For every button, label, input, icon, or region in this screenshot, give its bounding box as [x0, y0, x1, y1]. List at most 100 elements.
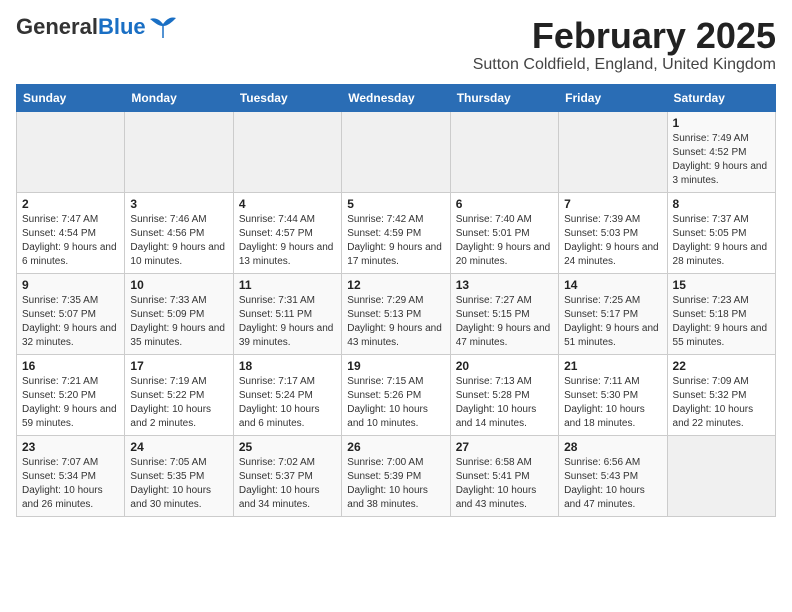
day-info: Sunrise: 7:02 AM Sunset: 5:37 PM Dayligh… — [239, 456, 336, 512]
calendar-day-cell: 10 Sunrise: 7:33 AM Sunset: 5:09 PM Dayli… — [125, 273, 233, 354]
calendar-day-cell: 24 Sunrise: 7:05 AM Sunset: 5:35 PM Dayli… — [125, 435, 233, 516]
calendar-day-cell: 5 Sunrise: 7:42 AM Sunset: 4:59 PM Daylig… — [342, 192, 450, 273]
day-info: Sunrise: 7:09 AM Sunset: 5:32 PM Dayligh… — [673, 375, 770, 431]
calendar-day-cell: 2 Sunrise: 7:47 AM Sunset: 4:54 PM Daylig… — [17, 192, 125, 273]
calendar-day-cell: 19 Sunrise: 7:15 AM Sunset: 5:26 PM Dayli… — [342, 354, 450, 435]
day-number: 27 — [456, 440, 553, 454]
day-number: 14 — [564, 278, 661, 292]
day-number: 5 — [347, 197, 444, 211]
header: GeneralBlue February 2025 Sutton Coldfie… — [16, 16, 776, 74]
calendar-day-cell: 25Sunrise: 7:02 AM Sunset: 5:37 PM Dayli… — [233, 435, 341, 516]
calendar-week-row: 16 Sunrise: 7:21 AM Sunset: 5:20 PM Dayli… — [17, 354, 776, 435]
day-info: Sunrise: 7:44 AM Sunset: 4:57 PM Dayligh… — [239, 213, 336, 269]
location: Sutton Coldfield, England, United Kingdo… — [473, 56, 776, 74]
calendar-table: SundayMondayTuesdayWednesdayThursdayFrid… — [16, 84, 776, 517]
calendar-day-cell: 14 Sunrise: 7:25 AM Sunset: 5:17 PM Dayli… — [559, 273, 667, 354]
calendar-day-cell: 20 Sunrise: 7:13 AM Sunset: 5:28 PM Dayli… — [450, 354, 558, 435]
day-info: Sunrise: 7:31 AM Sunset: 5:11 PM Dayligh… — [239, 294, 336, 350]
calendar-day-cell: 23Sunrise: 7:07 AM Sunset: 5:34 PM Dayli… — [17, 435, 125, 516]
calendar-day-cell: 1 Sunrise: 7:49 AM Sunset: 4:52 PM Daylig… — [667, 111, 775, 192]
calendar-day-cell: 7Sunrise: 7:39 AM Sunset: 5:03 PM Daylig… — [559, 192, 667, 273]
calendar-day-cell: 11 Sunrise: 7:31 AM Sunset: 5:11 PM Dayli… — [233, 273, 341, 354]
day-info: Sunrise: 7:17 AM Sunset: 5:24 PM Dayligh… — [239, 375, 336, 431]
day-number: 16 — [22, 359, 119, 373]
day-info: Sunrise: 7:37 AM Sunset: 5:05 PM Dayligh… — [673, 213, 770, 269]
day-number: 28 — [564, 440, 661, 454]
day-number: 2 — [22, 197, 119, 211]
day-number: 8 — [673, 197, 770, 211]
calendar-week-row: 1 Sunrise: 7:49 AM Sunset: 4:52 PM Daylig… — [17, 111, 776, 192]
weekday-header-row: SundayMondayTuesdayWednesdayThursdayFrid… — [17, 84, 776, 111]
logo-general: GeneralBlue — [16, 16, 146, 38]
calendar-week-row: 9 Sunrise: 7:35 AM Sunset: 5:07 PM Daylig… — [17, 273, 776, 354]
calendar-day-cell: 12 Sunrise: 7:29 AM Sunset: 5:13 PM Dayli… — [342, 273, 450, 354]
day-info: Sunrise: 7:27 AM Sunset: 5:15 PM Dayligh… — [456, 294, 553, 350]
day-info: Sunrise: 7:33 AM Sunset: 5:09 PM Dayligh… — [130, 294, 227, 350]
day-info: Sunrise: 7:21 AM Sunset: 5:20 PM Dayligh… — [22, 375, 119, 431]
day-number: 15 — [673, 278, 770, 292]
day-number: 20 — [456, 359, 553, 373]
day-info: Sunrise: 7:05 AM Sunset: 5:35 PM Dayligh… — [130, 456, 227, 512]
day-number: 12 — [347, 278, 444, 292]
day-info: Sunrise: 7:13 AM Sunset: 5:28 PM Dayligh… — [456, 375, 553, 431]
day-info: Sunrise: 7:42 AM Sunset: 4:59 PM Dayligh… — [347, 213, 444, 269]
weekday-header-wednesday: Wednesday — [342, 84, 450, 111]
day-info: Sunrise: 7:19 AM Sunset: 5:22 PM Dayligh… — [130, 375, 227, 431]
day-info: Sunrise: 7:23 AM Sunset: 5:18 PM Dayligh… — [673, 294, 770, 350]
day-info: Sunrise: 7:00 AM Sunset: 5:39 PM Dayligh… — [347, 456, 444, 512]
calendar-day-cell: 4Sunrise: 7:44 AM Sunset: 4:57 PM Daylig… — [233, 192, 341, 273]
day-info: Sunrise: 7:29 AM Sunset: 5:13 PM Dayligh… — [347, 294, 444, 350]
calendar-day-cell — [125, 111, 233, 192]
day-info: Sunrise: 7:46 AM Sunset: 4:56 PM Dayligh… — [130, 213, 227, 269]
day-number: 11 — [239, 278, 336, 292]
weekday-header-thursday: Thursday — [450, 84, 558, 111]
calendar-week-row: 2 Sunrise: 7:47 AM Sunset: 4:54 PM Daylig… — [17, 192, 776, 273]
day-number: 26 — [347, 440, 444, 454]
calendar-day-cell — [233, 111, 341, 192]
day-number: 22 — [673, 359, 770, 373]
day-number: 18 — [239, 359, 336, 373]
weekday-header-sunday: Sunday — [17, 84, 125, 111]
calendar-day-cell — [667, 435, 775, 516]
calendar-day-cell: 17Sunrise: 7:19 AM Sunset: 5:22 PM Dayli… — [125, 354, 233, 435]
day-info: Sunrise: 7:49 AM Sunset: 4:52 PM Dayligh… — [673, 132, 770, 188]
day-info: Sunrise: 7:15 AM Sunset: 5:26 PM Dayligh… — [347, 375, 444, 431]
day-number: 1 — [673, 116, 770, 130]
day-info: Sunrise: 7:35 AM Sunset: 5:07 PM Dayligh… — [22, 294, 119, 350]
calendar-day-cell — [559, 111, 667, 192]
day-number: 10 — [130, 278, 227, 292]
logo: GeneralBlue — [16, 16, 178, 38]
weekday-header-saturday: Saturday — [667, 84, 775, 111]
day-number: 9 — [22, 278, 119, 292]
day-info: Sunrise: 7:47 AM Sunset: 4:54 PM Dayligh… — [22, 213, 119, 269]
day-info: Sunrise: 6:56 AM Sunset: 5:43 PM Dayligh… — [564, 456, 661, 512]
day-info: Sunrise: 7:11 AM Sunset: 5:30 PM Dayligh… — [564, 375, 661, 431]
title-area: February 2025 Sutton Coldfield, England,… — [473, 16, 776, 74]
day-info: Sunrise: 7:40 AM Sunset: 5:01 PM Dayligh… — [456, 213, 553, 269]
weekday-header-friday: Friday — [559, 84, 667, 111]
day-number: 19 — [347, 359, 444, 373]
calendar-day-cell: 9 Sunrise: 7:35 AM Sunset: 5:07 PM Daylig… — [17, 273, 125, 354]
day-info: Sunrise: 7:25 AM Sunset: 5:17 PM Dayligh… — [564, 294, 661, 350]
calendar-week-row: 23Sunrise: 7:07 AM Sunset: 5:34 PM Dayli… — [17, 435, 776, 516]
month-year: February 2025 — [473, 16, 776, 56]
logo-bird-icon — [148, 16, 178, 38]
calendar-day-cell: 22 Sunrise: 7:09 AM Sunset: 5:32 PM Dayli… — [667, 354, 775, 435]
calendar-day-cell: 27Sunrise: 6:58 AM Sunset: 5:41 PM Dayli… — [450, 435, 558, 516]
day-number: 24 — [130, 440, 227, 454]
calendar-day-cell: 8 Sunrise: 7:37 AM Sunset: 5:05 PM Daylig… — [667, 192, 775, 273]
calendar-day-cell: 18 Sunrise: 7:17 AM Sunset: 5:24 PM Dayli… — [233, 354, 341, 435]
calendar-day-cell — [450, 111, 558, 192]
calendar-day-cell: 16 Sunrise: 7:21 AM Sunset: 5:20 PM Dayli… — [17, 354, 125, 435]
calendar-day-cell — [342, 111, 450, 192]
calendar-day-cell: 13Sunrise: 7:27 AM Sunset: 5:15 PM Dayli… — [450, 273, 558, 354]
day-info: Sunrise: 7:39 AM Sunset: 5:03 PM Dayligh… — [564, 213, 661, 269]
day-number: 3 — [130, 197, 227, 211]
calendar-day-cell: 6 Sunrise: 7:40 AM Sunset: 5:01 PM Daylig… — [450, 192, 558, 273]
calendar-day-cell: 15 Sunrise: 7:23 AM Sunset: 5:18 PM Dayli… — [667, 273, 775, 354]
day-number: 6 — [456, 197, 553, 211]
day-info: Sunrise: 7:07 AM Sunset: 5:34 PM Dayligh… — [22, 456, 119, 512]
weekday-header-tuesday: Tuesday — [233, 84, 341, 111]
calendar-day-cell: 26 Sunrise: 7:00 AM Sunset: 5:39 PM Dayli… — [342, 435, 450, 516]
day-number: 21 — [564, 359, 661, 373]
